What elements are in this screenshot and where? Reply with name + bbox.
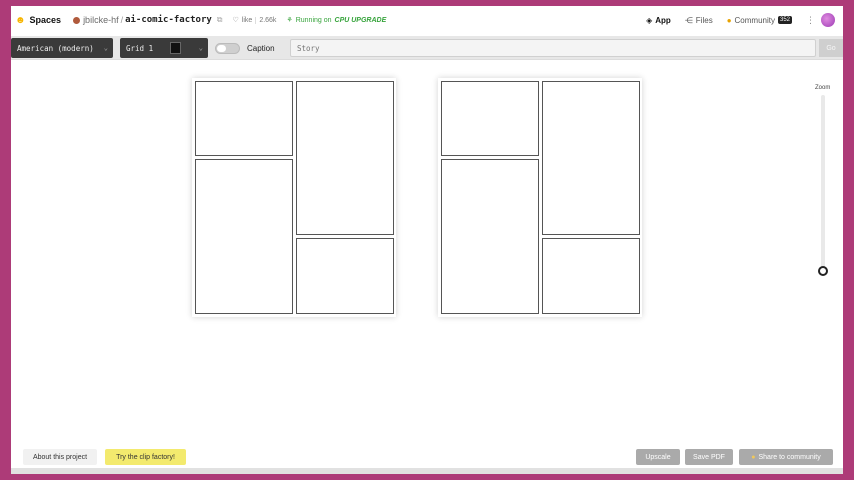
comic-canvas: Zoom <box>11 61 843 446</box>
caption-label: Caption <box>247 44 275 53</box>
style-select[interactable]: American (modern) ⌄ <box>11 38 113 58</box>
app-icon: ◈ <box>646 15 653 25</box>
about-project-button[interactable]: About this project <box>23 449 97 465</box>
nav-app[interactable]: ◈ App <box>646 16 671 25</box>
footer-bar: About this project Try the clip factory!… <box>11 446 843 474</box>
status-icon: ⚘ <box>286 17 293 24</box>
profile-avatar[interactable] <box>821 13 835 27</box>
heart-icon: ♡ <box>232 17 239 24</box>
comic-panel[interactable] <box>296 81 394 235</box>
layout-select[interactable]: Grid 1 ⌄ <box>120 38 208 58</box>
spaces-link[interactable]: Spaces <box>30 15 62 25</box>
comic-page <box>192 78 396 317</box>
layout-select-value: Grid 1 <box>126 43 154 53</box>
comic-page <box>438 78 642 317</box>
nav-files-label: Files <box>695 15 713 25</box>
horizontal-scrollbar[interactable] <box>11 468 843 474</box>
share-icon: ● <box>751 453 756 461</box>
nav-files[interactable]: ⋲ Files <box>685 16 713 25</box>
style-select-value: American (modern) <box>17 43 94 53</box>
upscale-button[interactable]: Upscale <box>636 449 680 465</box>
like-count: 2.66k <box>255 16 276 24</box>
comic-panel[interactable] <box>195 159 293 314</box>
share-label: Share to community <box>758 453 821 461</box>
comic-panel[interactable] <box>296 238 394 314</box>
nav-community-label: Community <box>734 15 775 25</box>
files-icon: ⋲ <box>684 15 693 25</box>
zoom-label: Zoom <box>815 85 831 91</box>
comic-panel[interactable] <box>542 81 640 235</box>
status-badge[interactable]: ⚘ Running on CPU UPGRADE <box>286 16 387 25</box>
user-avatar[interactable] <box>73 16 81 24</box>
layout-grid-icon <box>170 42 181 54</box>
comic-panel[interactable] <box>195 81 293 156</box>
community-icon: ● <box>726 15 732 25</box>
chevron-down-icon: ⌄ <box>103 44 108 52</box>
nav-app-label: App <box>655 15 671 25</box>
comic-panel[interactable] <box>441 81 539 156</box>
story-input[interactable] <box>290 39 816 57</box>
like-button[interactable]: ♡ like 2.66k <box>232 16 276 24</box>
comic-panel[interactable] <box>441 159 539 314</box>
path-separator: / <box>120 15 124 25</box>
toggle-knob <box>217 45 226 52</box>
caption-toggle[interactable] <box>215 43 240 54</box>
zoom-slider-handle[interactable] <box>818 266 828 276</box>
copy-icon[interactable]: ⧉ <box>217 15 223 25</box>
share-community-button[interactable]: ● Share to community <box>739 449 833 465</box>
nav-community[interactable]: ● Community 352 <box>727 16 792 25</box>
clip-factory-button[interactable]: Try the clip factory! <box>105 449 186 465</box>
status-hardware: CPU UPGRADE <box>334 16 387 24</box>
hf-header: ☻ Spaces jbilcke-hf / ai-comic-factory ⧉… <box>11 6 843 34</box>
chevron-down-icon: ⌄ <box>198 44 203 52</box>
app-window: ☻ Spaces jbilcke-hf / ai-comic-factory ⧉… <box>11 6 843 474</box>
user-link[interactable]: jbilcke-hf <box>83 15 119 25</box>
comic-panel[interactable] <box>542 238 640 314</box>
zoom-slider[interactable] <box>818 95 828 276</box>
more-menu-icon[interactable]: ⋮ <box>806 15 815 26</box>
go-button[interactable]: Go <box>819 39 843 57</box>
save-pdf-button[interactable]: Save PDF <box>685 449 733 465</box>
community-count-badge: 352 <box>777 16 792 24</box>
space-nav: ◈ App ⋲ Files ● Community 352 ⋮ <box>646 6 815 34</box>
comic-toolbar: American (modern) ⌄ Grid 1 ⌄ Caption Go <box>11 36 843 60</box>
status-text: Running on <box>295 16 332 24</box>
space-name-link[interactable]: ai-comic-factory <box>125 15 212 25</box>
like-label: like <box>241 16 253 24</box>
hf-logo-icon[interactable]: ☻ <box>15 15 26 26</box>
